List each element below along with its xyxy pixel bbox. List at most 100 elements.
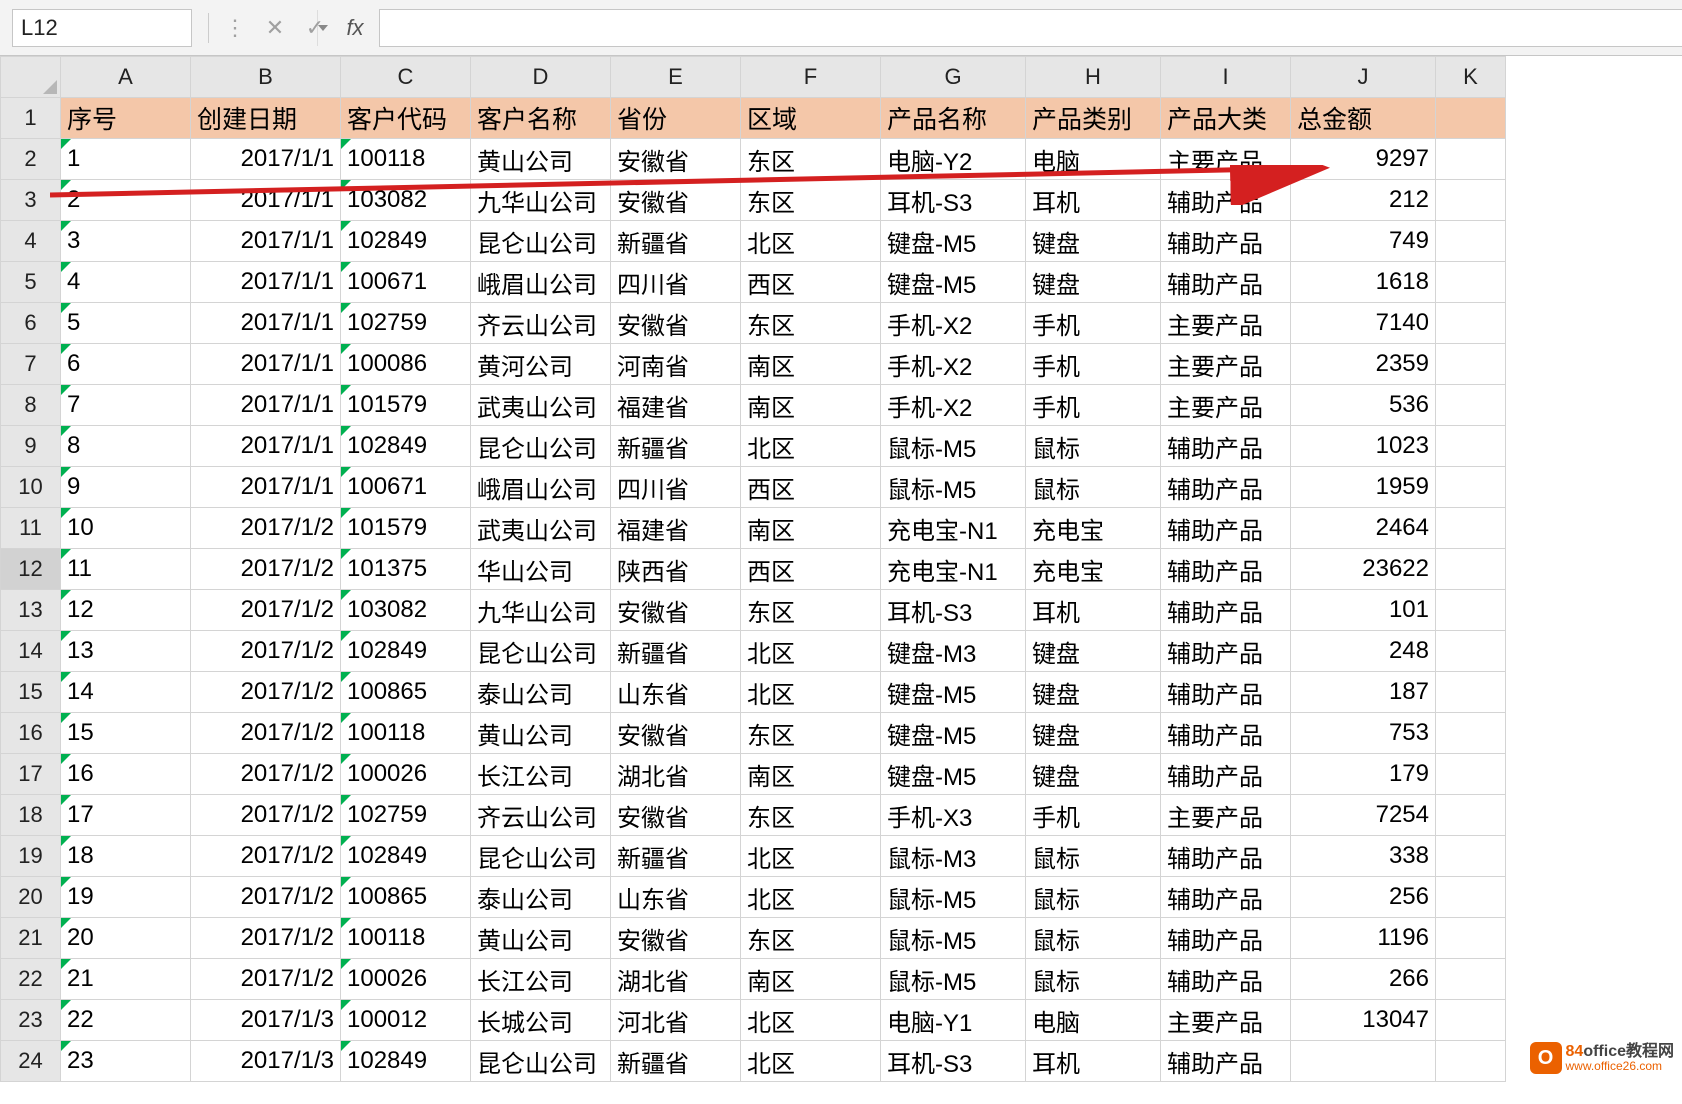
cell-J16[interactable]: 753: [1291, 713, 1436, 754]
cell-G17[interactable]: 键盘-M5: [881, 754, 1026, 795]
cell-I13[interactable]: 辅助产品: [1161, 590, 1291, 631]
cell-I9[interactable]: 辅助产品: [1161, 426, 1291, 467]
cell-F20[interactable]: 北区: [741, 877, 881, 918]
cell-F2[interactable]: 东区: [741, 139, 881, 180]
header-cell-J1[interactable]: 总金额: [1291, 98, 1436, 139]
cell-I21[interactable]: 辅助产品: [1161, 918, 1291, 959]
cell-C18[interactable]: 102759: [341, 795, 471, 836]
cell-J20[interactable]: 256: [1291, 877, 1436, 918]
cell-E15[interactable]: 山东省: [611, 672, 741, 713]
cell-A16[interactable]: 15: [61, 713, 191, 754]
header-cell-K1[interactable]: [1436, 98, 1506, 139]
cell-D22[interactable]: 长江公司: [471, 959, 611, 1000]
cell-I19[interactable]: 辅助产品: [1161, 836, 1291, 877]
cell-E24[interactable]: 新疆省: [611, 1041, 741, 1082]
cell-I20[interactable]: 辅助产品: [1161, 877, 1291, 918]
cell-H12[interactable]: 充电宝: [1026, 549, 1161, 590]
cell-D23[interactable]: 长城公司: [471, 1000, 611, 1041]
cell-K13[interactable]: [1436, 590, 1506, 631]
cell-I7[interactable]: 主要产品: [1161, 344, 1291, 385]
cell-H17[interactable]: 键盘: [1026, 754, 1161, 795]
cell-D6[interactable]: 齐云山公司: [471, 303, 611, 344]
row-header-21[interactable]: 21: [1, 918, 61, 959]
cell-K11[interactable]: [1436, 508, 1506, 549]
cell-A5[interactable]: 4: [61, 262, 191, 303]
col-header-K[interactable]: K: [1436, 57, 1506, 98]
cell-D11[interactable]: 武夷山公司: [471, 508, 611, 549]
col-header-J[interactable]: J: [1291, 57, 1436, 98]
cell-K8[interactable]: [1436, 385, 1506, 426]
cell-H8[interactable]: 手机: [1026, 385, 1161, 426]
cell-K20[interactable]: [1436, 877, 1506, 918]
cell-I15[interactable]: 辅助产品: [1161, 672, 1291, 713]
cell-K10[interactable]: [1436, 467, 1506, 508]
col-header-H[interactable]: H: [1026, 57, 1161, 98]
cell-F12[interactable]: 西区: [741, 549, 881, 590]
cell-A13[interactable]: 12: [61, 590, 191, 631]
cell-I11[interactable]: 辅助产品: [1161, 508, 1291, 549]
cell-B22[interactable]: 2017/1/2: [191, 959, 341, 1000]
cell-G22[interactable]: 鼠标-M5: [881, 959, 1026, 1000]
cell-G8[interactable]: 手机-X2: [881, 385, 1026, 426]
cell-K12[interactable]: [1436, 549, 1506, 590]
cell-B12[interactable]: 2017/1/2: [191, 549, 341, 590]
cell-J19[interactable]: 338: [1291, 836, 1436, 877]
cell-F7[interactable]: 南区: [741, 344, 881, 385]
cell-I12[interactable]: 辅助产品: [1161, 549, 1291, 590]
cell-C8[interactable]: 101579: [341, 385, 471, 426]
cell-F10[interactable]: 西区: [741, 467, 881, 508]
row-header-20[interactable]: 20: [1, 877, 61, 918]
cell-H20[interactable]: 鼠标: [1026, 877, 1161, 918]
cell-J17[interactable]: 179: [1291, 754, 1436, 795]
header-cell-H1[interactable]: 产品类别: [1026, 98, 1161, 139]
cell-B2[interactable]: 2017/1/1: [191, 139, 341, 180]
cell-H16[interactable]: 键盘: [1026, 713, 1161, 754]
cell-J5[interactable]: 1618: [1291, 262, 1436, 303]
cell-H6[interactable]: 手机: [1026, 303, 1161, 344]
cell-J10[interactable]: 1959: [1291, 467, 1436, 508]
cell-E14[interactable]: 新疆省: [611, 631, 741, 672]
cell-A14[interactable]: 13: [61, 631, 191, 672]
cell-F15[interactable]: 北区: [741, 672, 881, 713]
cell-C23[interactable]: 100012: [341, 1000, 471, 1041]
cell-C13[interactable]: 103082: [341, 590, 471, 631]
col-header-A[interactable]: A: [61, 57, 191, 98]
cell-D20[interactable]: 泰山公司: [471, 877, 611, 918]
cell-I3[interactable]: 辅助产品: [1161, 180, 1291, 221]
cancel-icon[interactable]: ✕: [257, 10, 293, 46]
cell-H4[interactable]: 键盘: [1026, 221, 1161, 262]
header-cell-A1[interactable]: 序号: [61, 98, 191, 139]
cell-B10[interactable]: 2017/1/1: [191, 467, 341, 508]
row-header-10[interactable]: 10: [1, 467, 61, 508]
cell-B4[interactable]: 2017/1/1: [191, 221, 341, 262]
col-header-I[interactable]: I: [1161, 57, 1291, 98]
fx-icon[interactable]: fx: [337, 10, 373, 46]
cell-I24[interactable]: 辅助产品: [1161, 1041, 1291, 1082]
cell-B17[interactable]: 2017/1/2: [191, 754, 341, 795]
row-header-3[interactable]: 3: [1, 180, 61, 221]
cell-F13[interactable]: 东区: [741, 590, 881, 631]
header-cell-I1[interactable]: 产品大类: [1161, 98, 1291, 139]
cell-G19[interactable]: 鼠标-M3: [881, 836, 1026, 877]
cell-B20[interactable]: 2017/1/2: [191, 877, 341, 918]
row-header-7[interactable]: 7: [1, 344, 61, 385]
row-header-13[interactable]: 13: [1, 590, 61, 631]
cell-E21[interactable]: 安徽省: [611, 918, 741, 959]
row-header-24[interactable]: 24: [1, 1041, 61, 1082]
cell-D21[interactable]: 黄山公司: [471, 918, 611, 959]
row-header-19[interactable]: 19: [1, 836, 61, 877]
cell-I10[interactable]: 辅助产品: [1161, 467, 1291, 508]
cell-H22[interactable]: 鼠标: [1026, 959, 1161, 1000]
row-header-23[interactable]: 23: [1, 1000, 61, 1041]
cell-I22[interactable]: 辅助产品: [1161, 959, 1291, 1000]
cell-D19[interactable]: 昆仑山公司: [471, 836, 611, 877]
cell-J9[interactable]: 1023: [1291, 426, 1436, 467]
cell-F8[interactable]: 南区: [741, 385, 881, 426]
cell-C10[interactable]: 100671: [341, 467, 471, 508]
cell-E23[interactable]: 河北省: [611, 1000, 741, 1041]
cell-B13[interactable]: 2017/1/2: [191, 590, 341, 631]
cell-C12[interactable]: 101375: [341, 549, 471, 590]
cell-K17[interactable]: [1436, 754, 1506, 795]
cell-C11[interactable]: 101579: [341, 508, 471, 549]
row-header-11[interactable]: 11: [1, 508, 61, 549]
